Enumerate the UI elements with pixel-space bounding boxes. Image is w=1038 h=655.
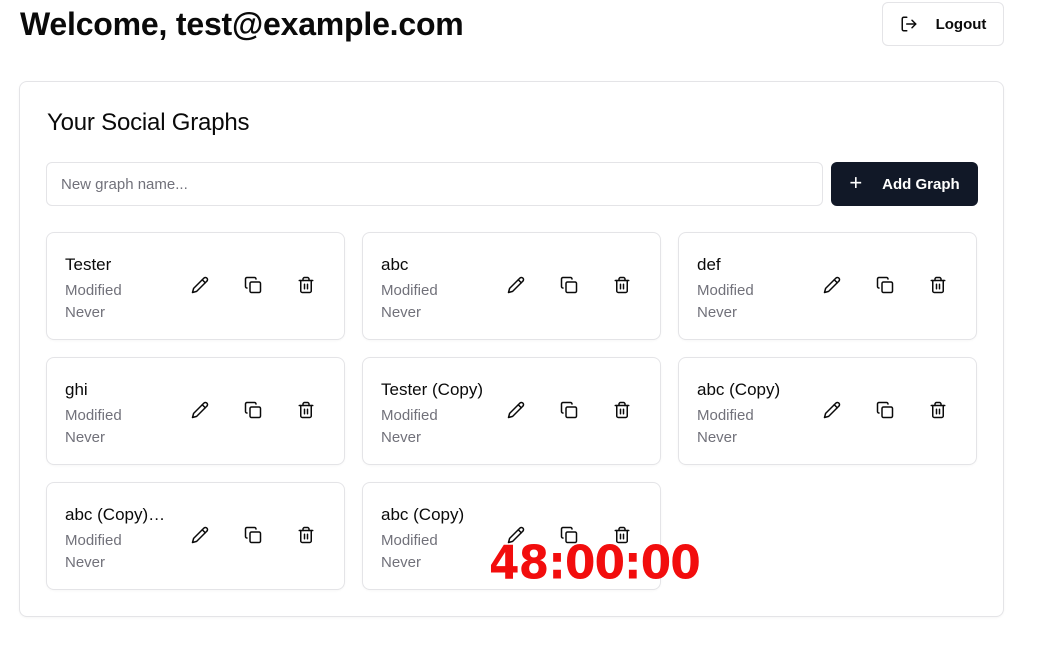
graph-name: abc (Copy) (Copy) <box>65 505 169 524</box>
new-graph-name-input[interactable] <box>46 162 823 206</box>
copy-icon <box>876 276 894 299</box>
logout-button[interactable]: Logout <box>882 2 1004 46</box>
page-header: Welcome, test@example.com Logout <box>20 0 1004 50</box>
graph-name: Tester (Copy) <box>381 380 484 399</box>
modified-value: Never <box>381 429 422 446</box>
trash-icon <box>929 401 947 424</box>
pencil-icon <box>191 526 209 549</box>
graph-card[interactable]: Tester Modified Never <box>46 232 345 340</box>
graph-modified: Modified Never <box>65 280 175 324</box>
graph-modified: Modified Never <box>65 530 175 574</box>
graph-actions <box>187 274 346 300</box>
graph-modified: Modified Never <box>65 405 175 449</box>
modified-label: Modified <box>65 282 122 299</box>
add-graph-label: Add Graph <box>882 175 960 193</box>
trash-icon <box>613 276 631 299</box>
modified-value: Never <box>381 304 422 321</box>
edit-button[interactable] <box>503 399 529 425</box>
pencil-icon <box>191 401 209 424</box>
modified-label: Modified <box>65 407 122 424</box>
graph-name: abc <box>381 255 409 274</box>
copy-icon <box>560 401 578 424</box>
graph-actions <box>503 399 662 425</box>
duplicate-button[interactable] <box>556 399 582 425</box>
graph-name: def <box>697 255 721 274</box>
logout-icon <box>900 15 918 33</box>
copy-icon <box>560 276 578 299</box>
modified-label: Modified <box>697 282 754 299</box>
trash-icon <box>297 526 315 549</box>
graph-modified: Modified Never <box>697 280 807 324</box>
graph-modified: Modified Never <box>381 530 491 574</box>
duplicate-button[interactable] <box>240 399 266 425</box>
trash-icon <box>613 401 631 424</box>
modified-label: Modified <box>65 532 122 549</box>
edit-button[interactable] <box>187 399 213 425</box>
graph-card[interactable]: ghi Modified Never <box>46 357 345 465</box>
graph-name: ghi <box>65 380 88 399</box>
graph-actions <box>187 524 346 550</box>
modified-value: Never <box>65 304 106 321</box>
trash-icon <box>297 401 315 424</box>
graph-actions <box>819 274 978 300</box>
graph-actions <box>503 274 662 300</box>
pencil-icon <box>823 276 841 299</box>
copy-icon <box>244 526 262 549</box>
duplicate-button[interactable] <box>240 524 266 550</box>
delete-button[interactable] <box>293 274 319 300</box>
graph-actions <box>819 399 978 425</box>
timer-overlay: 48:00:00 <box>489 536 701 591</box>
modified-label: Modified <box>697 407 754 424</box>
graph-card[interactable]: abc (Copy) (Copy) Modified Never <box>46 482 345 590</box>
graph-name: abc (Copy) <box>697 380 781 399</box>
modified-value: Never <box>65 429 106 446</box>
duplicate-button[interactable] <box>872 399 898 425</box>
graph-name: Tester <box>65 255 112 274</box>
duplicate-button[interactable] <box>240 274 266 300</box>
graph-card[interactable]: abc (Copy) Modified Never <box>678 357 977 465</box>
modified-value: Never <box>697 429 738 446</box>
delete-button[interactable] <box>925 274 951 300</box>
edit-button[interactable] <box>819 274 845 300</box>
duplicate-button[interactable] <box>556 274 582 300</box>
graph-card[interactable]: def Modified Never <box>678 232 977 340</box>
pencil-icon <box>191 276 209 299</box>
plus-icon: + <box>849 170 863 195</box>
edit-button[interactable] <box>187 274 213 300</box>
modified-label: Modified <box>381 532 438 549</box>
logout-label: Logout <box>935 15 987 33</box>
duplicate-button[interactable] <box>872 274 898 300</box>
modified-value: Never <box>381 554 422 571</box>
panel-title: Your Social Graphs <box>47 109 250 136</box>
edit-button[interactable] <box>819 399 845 425</box>
delete-button[interactable] <box>293 399 319 425</box>
pencil-icon <box>507 276 525 299</box>
graph-name: abc (Copy) <box>381 505 465 524</box>
modified-label: Modified <box>381 282 438 299</box>
graph-card[interactable]: abc Modified Never <box>362 232 661 340</box>
edit-button[interactable] <box>187 524 213 550</box>
graph-modified: Modified Never <box>381 280 491 324</box>
graph-modified: Modified Never <box>381 405 491 449</box>
modified-value: Never <box>697 304 738 321</box>
add-graph-button[interactable]: + Add Graph <box>831 162 978 206</box>
copy-icon <box>244 401 262 424</box>
delete-button[interactable] <box>293 524 319 550</box>
trash-icon <box>297 276 315 299</box>
edit-button[interactable] <box>503 274 529 300</box>
graph-actions <box>187 399 346 425</box>
pencil-icon <box>823 401 841 424</box>
delete-button[interactable] <box>925 399 951 425</box>
copy-icon <box>244 276 262 299</box>
trash-icon <box>929 276 947 299</box>
graph-card[interactable]: Tester (Copy) Modified Never <box>362 357 661 465</box>
modified-value: Never <box>65 554 106 571</box>
graph-modified: Modified Never <box>697 405 807 449</box>
modified-label: Modified <box>381 407 438 424</box>
delete-button[interactable] <box>609 274 635 300</box>
welcome-heading: Welcome, test@example.com <box>20 6 464 42</box>
delete-button[interactable] <box>609 399 635 425</box>
copy-icon <box>876 401 894 424</box>
pencil-icon <box>507 401 525 424</box>
